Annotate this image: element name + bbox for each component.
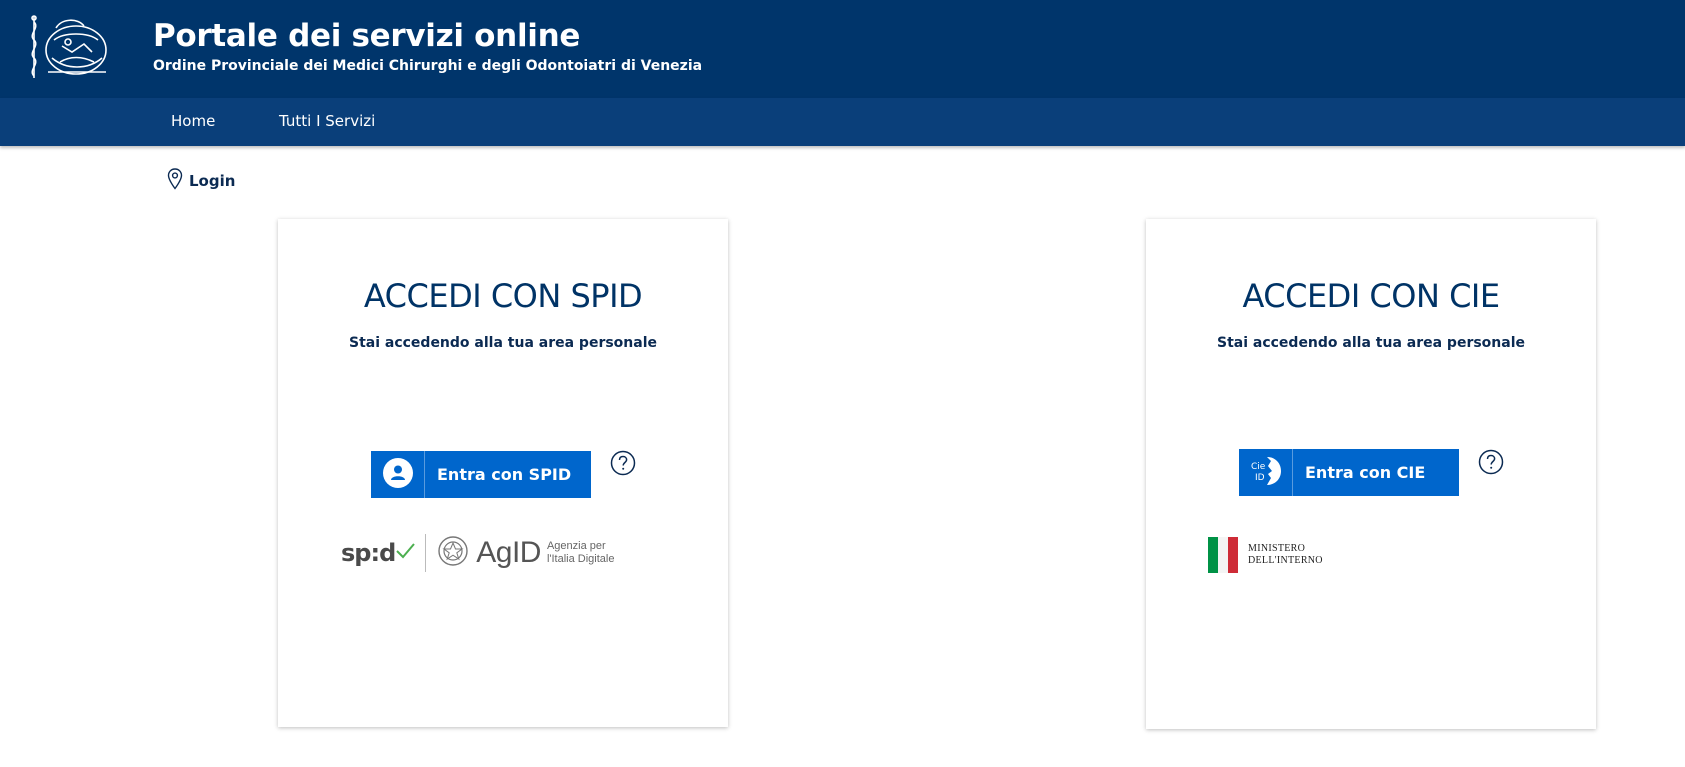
check-icon [395,541,416,565]
ministero-line-2: DELL'INTERNO [1248,555,1323,566]
breadcrumb: Login [167,168,235,194]
ministero-line-1: MINISTERO [1248,543,1306,554]
agid-logo-text: AgID [476,536,541,569]
ministero-interno-logo: MINISTERO DELL'INTERNO [1208,537,1323,573]
agid-subtitle: Agenzia per l'Italia Digitale [547,540,615,566]
cie-card-title: ACCEDI CON CIE [1242,277,1500,315]
site-header: Portale dei servizi online Ordine Provin… [0,0,1685,98]
site-title: Portale dei servizi online [153,18,581,54]
italian-flag-icon [1208,537,1238,573]
svg-text:Cie: Cie [1251,462,1266,472]
nav-item-tutti-i-servizi[interactable]: Tutti I Servizi [279,112,375,130]
site-subtitle: Ordine Provinciale dei Medici Chirurghi … [153,58,703,74]
cie-card-description: Stai accedendo alla tua area personale [1216,335,1526,351]
spid-button-label: Entra con SPID [437,465,572,484]
spid-login-button[interactable]: Entra con SPID [371,451,591,498]
cie-button-label: Entra con CIE [1305,463,1426,482]
nav-item-home[interactable]: Home [171,112,215,130]
svg-text:ID: ID [1255,473,1265,483]
main-navbar: Home Tutti I Servizi [0,98,1685,146]
agid-line-1: Agenzia per [546,540,606,552]
user-icon [382,457,413,492]
cie-login-card: ACCEDI CON CIE Stai accedendo alla tua a… [1146,219,1596,729]
spid-login-card: ACCEDI CON SPID Stai accedendo alla tua … [278,219,728,727]
question-circle-icon[interactable] [1478,449,1504,475]
spid-agid-logos: sp:d AgID Agenzia per l'Italia Digitale [341,531,641,575]
breadcrumb-current[interactable]: Login [189,172,235,190]
question-circle-icon[interactable] [610,450,636,476]
spid-card-title: ACCEDI CON SPID [363,277,643,315]
cie-id-icon: Cie ID [1249,456,1283,490]
ministero-text: MINISTERO DELL'INTERNO [1248,543,1323,567]
location-pin-icon [167,168,183,194]
spid-card-description: Stai accedendo alla tua area personale [348,335,658,351]
agid-line-2: l'Italia Digitale [546,553,615,565]
cie-login-button[interactable]: Cie ID Entra con CIE [1239,449,1459,496]
order-crest-icon[interactable] [26,14,118,82]
italian-emblem-icon [436,533,470,573]
spid-logo: sp:d [341,539,396,567]
